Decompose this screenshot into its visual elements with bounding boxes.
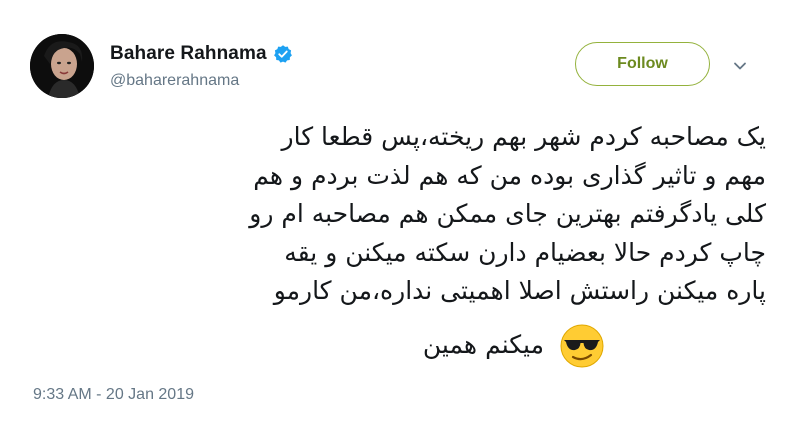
tweet-card: Bahare Rahnama @baharerahnama Follow یک … <box>0 0 800 425</box>
verified-badge-icon <box>273 44 293 64</box>
tweet-header: Bahare Rahnama @baharerahnama Follow <box>30 28 770 108</box>
tweet-last-line-text: میکنم همین <box>422 330 544 359</box>
display-name-row: Bahare Rahnama <box>110 42 293 66</box>
follow-button[interactable]: Follow <box>575 42 710 86</box>
tweet-timestamp[interactable]: 9:33 AM - 20 Jan 2019 <box>33 386 194 404</box>
avatar[interactable] <box>30 34 94 98</box>
sunglasses-emoji-icon <box>558 322 606 370</box>
tweet-body: یک مصاحبه کردم شهر بهم ریخته،پس قطعا کار… <box>249 122 766 305</box>
display-name[interactable]: Bahare Rahnama <box>110 43 267 65</box>
user-handle[interactable]: @baharerahnama <box>110 72 293 90</box>
chevron-down-icon[interactable] <box>732 58 748 74</box>
user-names: Bahare Rahnama @baharerahnama <box>110 42 293 90</box>
tweet-last-line: میکنم همین <box>30 320 750 370</box>
